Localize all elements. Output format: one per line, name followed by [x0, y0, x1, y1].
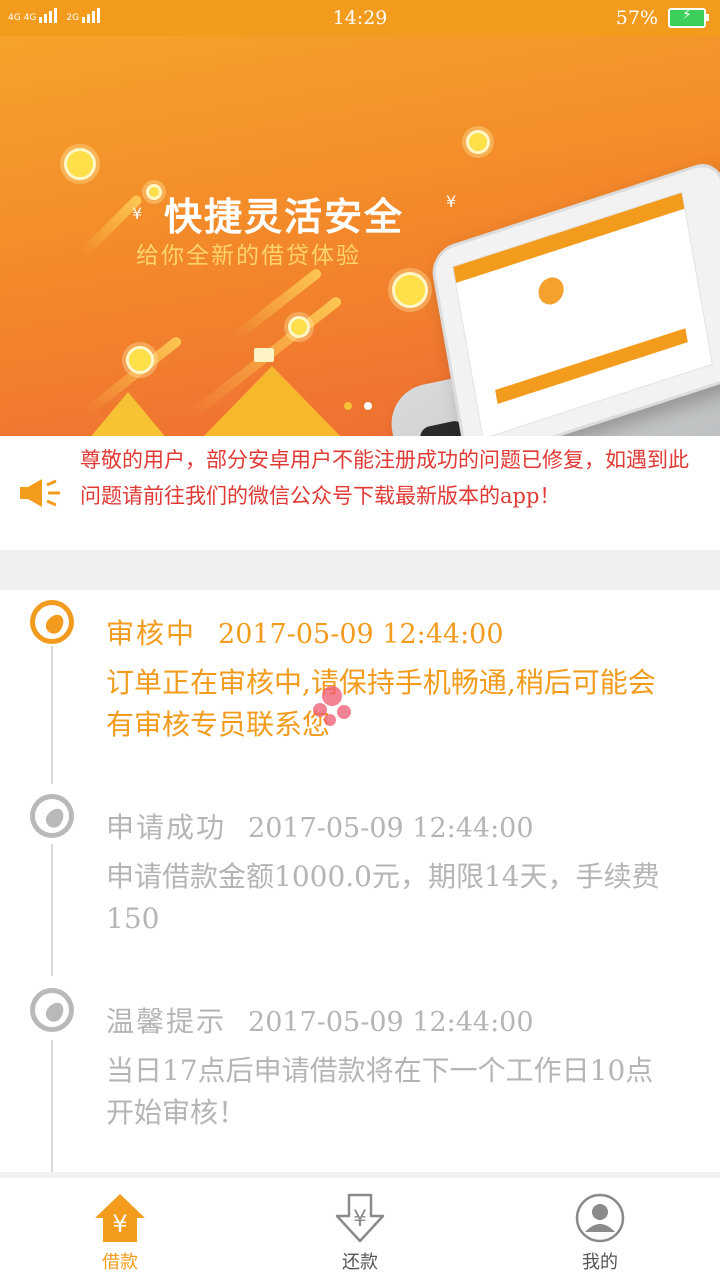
timeline-connector — [51, 844, 53, 976]
coin-trail — [79, 193, 144, 258]
timeline-item-header: 审核中 2017-05-09 12:44:00 — [106, 612, 504, 652]
timeline-body: 申请借款金额1000.0元，期限14天，手续费150 — [106, 860, 660, 935]
banner-title: 快捷灵活安全 — [164, 195, 405, 239]
nav-loan-label: 借款 — [102, 1252, 138, 1273]
timeline-body: 当日17点后申请借款将在下一个工作日10点开始审核！ — [106, 1054, 654, 1129]
timeline-body: 订单正在审核中,请保持手机畅通,稍后可能会有审核专员联系您 — [106, 666, 656, 741]
coin-trail — [230, 267, 324, 343]
timeline-connector — [51, 646, 53, 784]
promo-banner[interactable]: ¥ ¥ 快捷灵活安全 给你全新的借贷体验 — [0, 36, 720, 436]
nav-repay[interactable]: ¥ 还款 — [240, 1178, 480, 1286]
svg-text:¥: ¥ — [353, 1207, 367, 1232]
timeline-connector — [51, 1040, 53, 1172]
phone-front-illustration — [428, 157, 720, 436]
timeline-item-header: 温馨提示 2017-05-09 12:44:00 — [106, 1000, 534, 1040]
flag-icon — [254, 348, 274, 362]
timeline-time: 2017-05-09 12:44:00 — [218, 619, 504, 650]
status-success-icon — [30, 794, 74, 838]
timeline-time: 2017-05-09 12:44:00 — [248, 1007, 534, 1038]
speaker-icon — [20, 479, 60, 507]
nav-profile-label: 我的 — [582, 1252, 618, 1273]
svg-text:¥: ¥ — [112, 1210, 127, 1238]
carousel-dot-active[interactable] — [364, 402, 372, 410]
battery-percent: 57% — [615, 7, 658, 29]
status-bar: 4G 4G 2G 14:29 57% ⚡ — [0, 0, 720, 36]
timeline-status: 审核中 — [106, 617, 197, 650]
clock: 14:29 — [332, 7, 388, 29]
user-profile-icon — [575, 1193, 625, 1243]
nav-repay-label: 还款 — [342, 1252, 378, 1273]
yen-symbol: ¥ — [132, 204, 143, 223]
timeline-item-header: 申请成功 2017-05-09 12:44:00 — [106, 806, 534, 846]
battery-charging-icon: ⚡ — [668, 7, 709, 28]
notice-text: 尊敬的用户，部分安卓用户不能注册成功的问题已修复，如遇到此问题请前往我们的微信公… — [80, 448, 689, 508]
section-divider — [0, 550, 720, 590]
status-tip-icon — [30, 988, 74, 1032]
coin-icon — [466, 130, 490, 154]
mountain-illustration — [88, 392, 168, 436]
mountain-illustration — [200, 366, 344, 436]
coin-icon — [288, 316, 310, 338]
coin-icon — [126, 346, 154, 374]
timeline-status: 申请成功 — [106, 811, 227, 844]
coin-icon — [392, 272, 428, 308]
banner-subtitle: 给你全新的借贷体验 — [136, 243, 361, 269]
bottom-navigation: ¥ 借款 ¥ 还款 我的 — [0, 1172, 720, 1286]
yen-symbol: ¥ — [446, 192, 457, 211]
carousel-dot[interactable] — [344, 402, 352, 410]
nav-loan[interactable]: ¥ 借款 — [0, 1178, 240, 1286]
coin-icon — [64, 148, 96, 180]
loan-status-timeline: 审核中 2017-05-09 12:44:00 订单正在审核中,请保持手机畅通,稍… — [0, 590, 720, 1172]
repay-yen-down-icon: ¥ — [335, 1193, 385, 1243]
status-reviewing-icon — [30, 600, 74, 644]
loan-yen-house-icon: ¥ — [95, 1194, 145, 1242]
notice-bar[interactable]: 尊敬的用户，部分安卓用户不能注册成功的问题已修复，如遇到此问题请前往我们的微信公… — [0, 436, 720, 550]
timeline-status: 温馨提示 — [106, 1005, 227, 1038]
timeline-time: 2017-05-09 12:44:00 — [248, 813, 534, 844]
carousel-indicator[interactable] — [344, 402, 372, 410]
coin-icon — [146, 184, 162, 200]
nav-profile[interactable]: 我的 — [480, 1178, 720, 1286]
